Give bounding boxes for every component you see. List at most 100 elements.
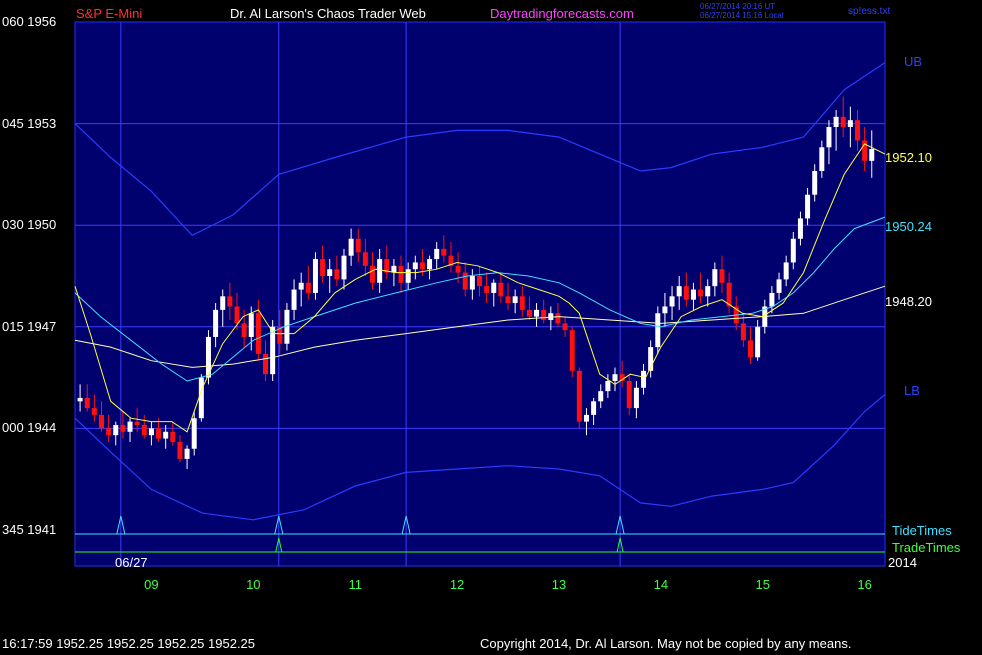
- candle-body: [370, 265, 376, 283]
- candle-body: [662, 306, 668, 314]
- candle-body: [847, 120, 853, 127]
- price-label-mid-ma: 1950.24: [885, 219, 932, 234]
- candle-body: [427, 259, 433, 270]
- candle-body: [170, 431, 176, 442]
- candle-body: [526, 309, 532, 317]
- candle-body: [469, 276, 475, 290]
- lower-band-label: LB: [904, 383, 920, 398]
- candle-body: [719, 269, 725, 283]
- candle-body: [255, 313, 261, 354]
- candle-body: [854, 120, 860, 141]
- candle-body: [797, 218, 803, 239]
- candle-body: [583, 414, 589, 422]
- candle-body: [805, 194, 811, 219]
- x-axis-tick-label: 09: [144, 577, 159, 592]
- candle-body: [298, 282, 304, 290]
- candle-body: [626, 380, 632, 409]
- candle-body: [690, 289, 696, 300]
- candle-body: [334, 269, 340, 280]
- candle-body: [569, 330, 575, 371]
- candle-body: [776, 279, 782, 293]
- candle-body: [826, 126, 832, 148]
- candle-body: [241, 323, 247, 337]
- candle-body: [512, 296, 518, 304]
- candle-body: [541, 309, 547, 321]
- candle-body: [740, 323, 746, 341]
- candle-body: [555, 313, 561, 324]
- candle-body: [869, 149, 875, 161]
- candle-body: [198, 377, 204, 419]
- candle-body: [576, 370, 582, 422]
- candle-body: [362, 252, 368, 266]
- plot-area: [74, 21, 886, 567]
- candle-body: [141, 425, 147, 436]
- y-axis-tick-label: 060 1956: [2, 14, 57, 29]
- candle-body: [77, 397, 83, 402]
- candle-body: [305, 282, 311, 293]
- candle-body: [790, 238, 796, 263]
- candle-body: [91, 408, 97, 415]
- candle-body: [191, 418, 197, 449]
- candle-body: [476, 276, 482, 287]
- candle-body: [698, 289, 704, 297]
- candle-body: [434, 248, 440, 260]
- candle-body: [127, 421, 133, 432]
- candle-body: [156, 428, 162, 439]
- candle-body: [234, 306, 240, 324]
- candle-body: [498, 282, 504, 297]
- price-label-fast-ma: 1952.10: [885, 150, 932, 165]
- candle-body: [84, 397, 90, 409]
- symbol-label: S&P E-Mini: [76, 6, 143, 21]
- x-axis-tick-label: 13: [551, 577, 567, 592]
- candle-body: [291, 289, 297, 310]
- candle-body: [441, 248, 447, 256]
- y-axis-tick-label: 030 1950: [2, 217, 57, 233]
- x-axis-tick-label: 12: [449, 577, 465, 592]
- candle-body: [455, 265, 461, 273]
- upper-band-label: UB: [904, 54, 923, 69]
- candle-body: [812, 171, 818, 195]
- candle-body: [591, 401, 597, 415]
- x-axis-tick-label: 10: [246, 577, 261, 592]
- y-axis-tick-label: 345 1941: [2, 522, 57, 537]
- candle-body: [405, 269, 411, 283]
- copyright-notice: Copyright 2014, Dr. Al Larson. May not b…: [480, 636, 852, 651]
- candle-body: [213, 309, 219, 337]
- legend-tide-times: TideTimes: [892, 523, 952, 538]
- candle-body: [134, 421, 140, 426]
- candle-body: [263, 353, 269, 375]
- candle-body: [348, 238, 354, 256]
- candle-body: [113, 425, 119, 436]
- chart-title: Dr. Al Larson's Chaos Trader Web: [230, 6, 426, 21]
- candle-body: [484, 286, 490, 293]
- candle-body: [148, 428, 154, 436]
- candle-body: [655, 313, 661, 348]
- candle-body: [412, 262, 418, 270]
- candle-body: [106, 428, 112, 436]
- candle-body: [98, 414, 104, 429]
- candle-body: [705, 286, 711, 297]
- candle-body: [833, 116, 839, 127]
- timestamp-local: 06/27/2014 15:16 Local: [700, 11, 784, 20]
- site-link[interactable]: Daytradingforecasts.com: [490, 7, 634, 21]
- y-axis-tick-label: 045 1953: [2, 115, 57, 131]
- chart-stage: S&P E-Mini Dr. Al Larson's Chaos Trader …: [0, 0, 982, 651]
- y-axis-tick-label: 000 1944: [2, 420, 57, 436]
- candle-body: [163, 431, 169, 439]
- candle-body: [177, 441, 183, 459]
- candle-body: [312, 259, 318, 293]
- candle-body: [769, 292, 775, 307]
- candle-body: [248, 313, 254, 337]
- x-axis-tick-label: 15: [755, 577, 770, 592]
- candle-body: [227, 296, 233, 307]
- y-axis-tick-label: 015 1947: [2, 318, 57, 334]
- candle-body: [462, 272, 468, 290]
- candle-body: [184, 448, 190, 459]
- candle-body: [598, 391, 604, 402]
- candle-body: [398, 265, 404, 283]
- candle-body: [605, 380, 611, 392]
- candle-body: [840, 116, 846, 127]
- data-file-label: sp!ess.txt: [848, 6, 891, 17]
- candle-body: [819, 147, 825, 172]
- x-axis-tick-label: 11: [348, 577, 362, 592]
